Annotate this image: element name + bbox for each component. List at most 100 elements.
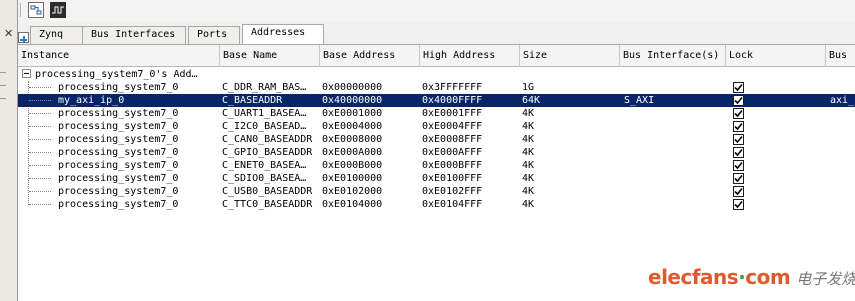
tree-branch [29, 126, 51, 127]
waveform-icon[interactable] [50, 2, 66, 18]
cell-base-address: 0xE0100000 [322, 173, 383, 184]
lock-checkbox[interactable] [733, 95, 744, 106]
column-header-bus[interactable]: Bus [826, 45, 855, 67]
cell-bus [830, 107, 855, 120]
cell-high-address: 0x3FFFFFFF [422, 82, 483, 93]
tab-bus-interfaces[interactable]: Bus Interfaces [82, 26, 186, 44]
add-icon[interactable] [18, 32, 29, 43]
cell-instance: processing_system7_0 [58, 121, 179, 132]
cell-instance: processing_system7_0 [58, 160, 179, 171]
cell-base-address: 0xE000A000 [322, 147, 383, 158]
lock-checkbox[interactable] [733, 173, 744, 184]
cell-bus [830, 185, 855, 198]
tree-root[interactable]: processing_system7_0's Add… [22, 68, 198, 81]
cell-instance: processing_system7_0 [58, 199, 179, 210]
tab-zynq[interactable]: Zynq [30, 26, 88, 44]
panel-tick [0, 98, 6, 99]
cell-size: 4K [522, 134, 535, 145]
tree-branch [29, 178, 51, 179]
watermark-logo: elecfans·com [648, 265, 791, 289]
cell-bus [830, 120, 855, 133]
cell-bus: axi_i [830, 95, 855, 106]
cell-high-address: 0xE0008FFF [422, 134, 483, 145]
lock-checkbox[interactable] [733, 147, 744, 158]
table-row[interactable]: processing_system7_0 C_I2C0_BASEAD… 0xE000… [18, 120, 855, 133]
lock-checkbox[interactable] [733, 121, 744, 132]
cell-instance: processing_system7_0 [58, 173, 179, 184]
cell-bus-interface [624, 172, 724, 185]
table-row[interactable]: processing_system7_0 C_TTC0_BASEADDR 0xE01… [18, 198, 855, 211]
column-header-base-name[interactable]: Base Name [220, 45, 320, 67]
table-row[interactable]: processing_system7_0 C_USB0_BASEADDR 0xE01… [18, 185, 855, 198]
cell-bus-interface [624, 146, 724, 159]
cell-base-address: 0x00000000 [322, 82, 383, 93]
table-row[interactable]: processing_system7_0 C_ENET0_BASEA… 0xE000… [18, 159, 855, 172]
table-row[interactable]: processing_system7_0 C_DDR_RAM_BAS… 0x0000… [18, 81, 855, 94]
cell-bus-interface [624, 159, 724, 172]
lock-checkbox[interactable] [733, 82, 744, 93]
lock-checkbox[interactable] [733, 186, 744, 197]
cell-high-address: 0xE000BFFF [422, 160, 483, 171]
tree-branch [29, 87, 51, 88]
cell-instance: my_axi_ip_0 [58, 95, 125, 106]
block-diagram-icon[interactable] [28, 2, 44, 18]
cell-bus-interface [624, 81, 724, 94]
panel-tick [0, 85, 6, 86]
tab-addresses[interactable]: Addresses [242, 24, 324, 44]
cell-bus-interface: S_AXI [624, 95, 655, 106]
column-header-base-address[interactable]: Base Address [320, 45, 420, 67]
cell-size: 64K [522, 95, 541, 106]
table-row[interactable]: processing_system7_0 C_GPIO_BASEADDR 0xE00… [18, 146, 855, 159]
watermark-cn-text: 电子发烧友 [796, 270, 855, 288]
lock-checkbox[interactable] [733, 199, 744, 210]
cell-bus [830, 81, 855, 94]
tree-branch [29, 100, 51, 101]
table-row[interactable]: processing_system7_0 C_SDIO0_BASEA… 0xE010… [18, 172, 855, 185]
cell-base-name: C_UART1_BASEA… [222, 108, 307, 119]
cell-base-address: 0xE0008000 [322, 134, 383, 145]
column-header-instance[interactable]: Instance [18, 45, 220, 67]
toolbar-separator [20, 3, 22, 17]
cell-size: 4K [522, 121, 535, 132]
cell-base-name: C_BASEADDR [222, 95, 283, 106]
table-row[interactable]: my_axi_ip_0 C_BASEADDR 0x40000000 0x4000FFF… [18, 94, 855, 107]
cell-bus-interface [624, 185, 724, 198]
lock-checkbox[interactable] [733, 160, 744, 171]
tree-branch [29, 139, 51, 140]
cell-base-address: 0xE0001000 [322, 108, 383, 119]
close-icon[interactable]: ✕ [4, 27, 13, 40]
column-header-lock[interactable]: Lock [726, 45, 826, 67]
cell-instance: processing_system7_0 [58, 108, 179, 119]
cell-base-address: 0xE0102000 [322, 186, 383, 197]
cell-base-name: C_SDIO0_BASEA… [222, 173, 307, 184]
collapse-icon[interactable] [22, 69, 31, 78]
cell-high-address: 0xE0102FFF [422, 186, 483, 197]
cell-size: 4K [522, 173, 535, 184]
cell-size: 1G [522, 82, 535, 93]
column-header-size[interactable]: Size [520, 45, 620, 67]
tab-bar: Zynq Bus Interfaces Ports Addresses [18, 24, 855, 44]
left-panel-strip: ✕ [0, 0, 18, 301]
tab-ports[interactable]: Ports [188, 26, 240, 44]
cell-instance: processing_system7_0 [58, 147, 179, 158]
column-header-bus-interfaces[interactable]: Bus Interface(s) [620, 45, 726, 67]
cell-base-name: C_ENET0_BASEA… [222, 160, 307, 171]
table-row[interactable]: processing_system7_0 C_UART1_BASEA… 0xE000… [18, 107, 855, 120]
column-header-high-address[interactable]: High Address [420, 45, 520, 67]
toolbar [18, 0, 855, 22]
lock-checkbox[interactable] [733, 108, 744, 119]
cell-bus [830, 172, 855, 185]
tree-branch [29, 165, 51, 166]
cell-high-address: 0xE0100FFF [422, 173, 483, 184]
tree-branch [29, 204, 51, 205]
cell-size: 4K [522, 186, 535, 197]
cell-size: 4K [522, 199, 535, 210]
lock-checkbox[interactable] [733, 134, 744, 145]
cell-bus-interface [624, 133, 724, 146]
table-row[interactable]: processing_system7_0 C_CAN0_BASEADDR 0xE00… [18, 133, 855, 146]
cell-base-name: C_GPIO_BASEADDR [222, 147, 313, 158]
cell-high-address: 0xE000AFFF [422, 147, 483, 158]
cell-bus [830, 133, 855, 146]
cell-high-address: 0x4000FFFF [422, 95, 483, 106]
cell-bus-interface [624, 120, 724, 133]
